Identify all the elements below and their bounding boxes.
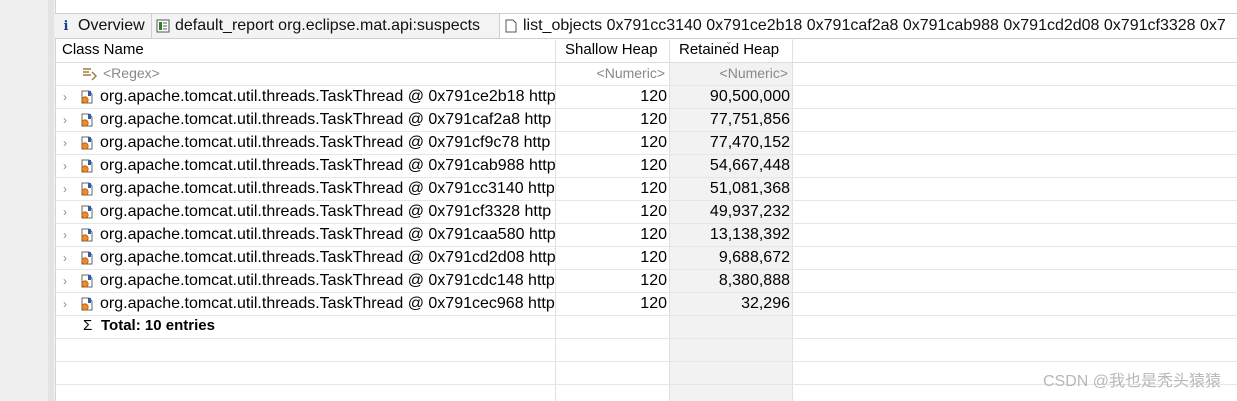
shallow-heap-cell: 120 xyxy=(640,111,667,128)
class-name-cell: org.apache.tomcat.util.threads.TaskThrea… xyxy=(100,180,555,197)
info-icon: i xyxy=(63,18,69,34)
table-row[interactable]: › org.apache.tomcat.util.threads.TaskThre… xyxy=(55,201,1237,224)
expand-chevron-icon[interactable]: › xyxy=(63,247,73,269)
shallow-heap-cell: 120 xyxy=(640,249,667,266)
expand-chevron-icon[interactable]: › xyxy=(63,293,73,315)
sort-indicator-icon: ⌄ xyxy=(725,36,733,46)
thread-object-icon xyxy=(79,273,95,289)
class-name-cell: org.apache.tomcat.util.threads.TaskThrea… xyxy=(100,134,551,151)
sigma-icon: Σ xyxy=(83,317,93,334)
thread-object-icon xyxy=(79,250,95,266)
column-header-shallow-heap[interactable]: Shallow Heap xyxy=(565,38,669,62)
column-header-class-name[interactable]: Class Name xyxy=(62,38,552,62)
thread-object-icon xyxy=(79,181,95,197)
table-row[interactable]: › org.apache.tomcat.util.threads.TaskThre… xyxy=(55,247,1237,270)
table-row[interactable]: › org.apache.tomcat.util.threads.TaskThre… xyxy=(55,270,1237,293)
shallow-heap-cell: 120 xyxy=(640,272,667,289)
retained-heap-cell: 8,380,888 xyxy=(718,272,790,289)
left-gutter xyxy=(0,0,56,401)
expand-chevron-icon[interactable]: › xyxy=(63,86,73,108)
tab-default-report-label: default_report org.eclipse.mat.api:suspe… xyxy=(175,17,481,34)
document-icon xyxy=(504,19,518,33)
shallow-heap-cell: 120 xyxy=(640,134,667,151)
class-name-cell: org.apache.tomcat.util.threads.TaskThrea… xyxy=(100,226,555,243)
table-row[interactable]: › org.apache.tomcat.util.threads.TaskThre… xyxy=(55,293,1237,316)
table-row[interactable]: › org.apache.tomcat.util.threads.TaskThre… xyxy=(55,178,1237,201)
retained-heap-cell: 77,470,152 xyxy=(709,134,790,151)
tab-list-objects-label: list_objects 0x791cc3140 0x791ce2b18 0x7… xyxy=(523,17,1226,34)
thread-object-icon xyxy=(79,296,95,312)
expand-chevron-icon[interactable]: › xyxy=(63,270,73,292)
editor-tab-bar: i Overview default_report org.eclipse.ma… xyxy=(55,13,1237,39)
thread-object-icon xyxy=(79,204,95,220)
retained-heap-cell: 9,688,672 xyxy=(718,249,790,266)
shallow-heap-cell: 120 xyxy=(640,226,667,243)
class-name-cell: org.apache.tomcat.util.threads.TaskThrea… xyxy=(100,157,555,174)
shallow-heap-cell: 120 xyxy=(640,88,667,105)
row-divider xyxy=(55,361,1237,362)
thread-object-icon xyxy=(79,112,95,128)
watermark: CSDN @我也是秃头猿猿 xyxy=(1042,373,1221,390)
objects-table: Class Name Shallow Heap Retained Heap ⌄ … xyxy=(55,36,1237,401)
class-name-cell: org.apache.tomcat.util.threads.TaskThrea… xyxy=(100,88,555,105)
expand-chevron-icon[interactable]: › xyxy=(63,224,73,246)
retained-heap-cell: 51,081,368 xyxy=(709,180,790,197)
thread-object-icon xyxy=(79,89,95,105)
expand-chevron-icon[interactable]: › xyxy=(63,109,73,131)
class-name-cell: org.apache.tomcat.util.threads.TaskThrea… xyxy=(100,203,552,220)
expand-chevron-icon[interactable]: › xyxy=(63,155,73,177)
table-row[interactable]: › org.apache.tomcat.util.threads.TaskThre… xyxy=(55,224,1237,247)
table-row[interactable]: › org.apache.tomcat.util.threads.TaskThre… xyxy=(55,109,1237,132)
tab-overview-label: Overview xyxy=(78,17,145,34)
row-divider xyxy=(55,338,1237,339)
expand-chevron-icon[interactable]: › xyxy=(63,178,73,200)
tab-list-objects[interactable]: list_objects 0x791cc3140 0x791ce2b18 0x7… xyxy=(500,14,1237,38)
class-name-cell: org.apache.tomcat.util.threads.TaskThrea… xyxy=(100,272,555,289)
thread-object-icon xyxy=(79,158,95,174)
total-label: Total: 10 entries xyxy=(101,317,215,334)
retained-heap-cell: 54,667,448 xyxy=(709,157,790,174)
regex-filter-input[interactable]: <Regex> xyxy=(103,62,543,85)
shallow-heap-cell: 120 xyxy=(640,203,667,220)
class-name-cell: org.apache.tomcat.util.threads.TaskThrea… xyxy=(100,111,552,128)
total-row: Σ Total: 10 entries xyxy=(55,315,1237,338)
retained-heap-filter-input[interactable]: <Numeric> xyxy=(669,62,788,85)
thread-object-icon xyxy=(79,227,95,243)
thread-object-icon xyxy=(79,135,95,151)
table-row[interactable]: › org.apache.tomcat.util.threads.TaskThre… xyxy=(55,155,1237,178)
class-name-cell: org.apache.tomcat.util.threads.TaskThrea… xyxy=(100,249,555,266)
expand-chevron-icon[interactable]: › xyxy=(63,132,73,154)
gutter-strip xyxy=(48,0,54,401)
retained-heap-cell: 49,937,232 xyxy=(709,203,790,220)
report-icon xyxy=(156,19,170,33)
shallow-heap-cell: 120 xyxy=(640,180,667,197)
shallow-heap-cell: 120 xyxy=(640,157,667,174)
expand-chevron-icon[interactable]: › xyxy=(63,201,73,223)
table-row[interactable]: › org.apache.tomcat.util.threads.TaskThre… xyxy=(55,86,1237,109)
table-row[interactable]: › org.apache.tomcat.util.threads.TaskThre… xyxy=(55,132,1237,155)
class-name-cell: org.apache.tomcat.util.threads.TaskThrea… xyxy=(100,295,555,312)
tab-default-report[interactable]: default_report org.eclipse.mat.api:suspe… xyxy=(152,14,500,38)
retained-heap-cell: 13,138,392 xyxy=(709,226,790,243)
regex-filter-icon xyxy=(81,66,97,82)
shallow-heap-filter-input[interactable]: <Numeric> xyxy=(555,62,665,85)
column-header-retained-heap[interactable]: Retained Heap xyxy=(679,38,792,62)
retained-heap-cell: 90,500,000 xyxy=(709,88,790,105)
retained-heap-cell: 32,296 xyxy=(741,295,790,312)
retained-heap-cell: 77,751,856 xyxy=(709,111,790,128)
tab-overview[interactable]: i Overview xyxy=(55,14,152,38)
shallow-heap-cell: 120 xyxy=(640,295,667,312)
